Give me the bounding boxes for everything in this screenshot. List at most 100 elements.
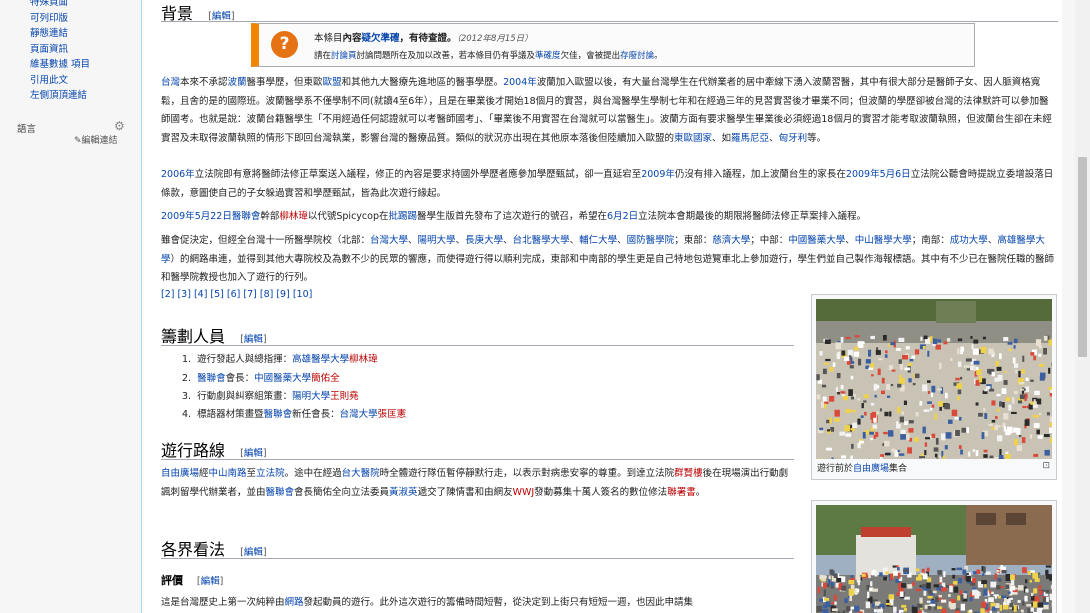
wiki-link[interactable]: 柳林瑋 — [349, 354, 378, 365]
sidebar-tool-link[interactable]: 可列印版 — [30, 10, 68, 24]
wiki-link[interactable]: 台灣大學 — [340, 409, 378, 420]
photo-texture — [872, 599, 878, 602]
accuracy-link[interactable]: 準確度 — [535, 51, 561, 61]
wiki-link[interactable]: 高雄醫學大學 — [292, 354, 349, 365]
crowd-photo[interactable] — [816, 299, 1052, 459]
wiki-link[interactable]: 網路 — [285, 597, 304, 608]
wiki-link[interactable]: 自由廣場 — [161, 468, 199, 479]
text-run: 1. — [182, 354, 192, 365]
wiki-link[interactable]: 陽明大學 — [292, 391, 330, 402]
text-run: 時全體遊行隊伍暫停靜默行走，以表示對病患安寧的尊重。到達立法院 — [379, 468, 675, 479]
wiki-link[interactable]: 中山醫學大學 — [855, 235, 912, 246]
photo-texture — [839, 431, 846, 436]
list-item: 3. 行動劇與糾察組策畫：陽明大學王則堯 — [182, 388, 359, 402]
edit-link[interactable]: 編輯 — [244, 547, 263, 558]
photo-texture — [896, 348, 901, 351]
photo-texture — [873, 434, 877, 439]
wiki-link[interactable]: 國防醫學院 — [627, 235, 675, 246]
photo-texture — [854, 335, 860, 338]
talk-page-link[interactable]: 討論頁 — [331, 51, 357, 61]
wiki-link[interactable]: 柳林瑋 — [279, 211, 308, 222]
photo-texture — [914, 349, 920, 355]
wiki-link[interactable]: 醫聯會 — [232, 211, 261, 222]
wiki-link[interactable]: 波蘭 — [228, 77, 247, 88]
photo-texture — [850, 361, 855, 364]
photo-texture — [845, 409, 851, 413]
photo-texture — [973, 365, 977, 372]
edit-links-link[interactable]: ✎編輯連結 — [74, 133, 118, 146]
liberty-square-link[interactable]: 自由廣場 — [853, 464, 889, 474]
photo-texture — [1046, 596, 1049, 602]
wiki-link[interactable]: 2009年 — [641, 169, 675, 180]
wiki-link[interactable]: 張匡憲 — [378, 409, 407, 420]
photo-texture — [988, 423, 993, 426]
deletion-discussion-link[interactable]: 存廢討論 — [620, 51, 654, 61]
wiki-link[interactable]: 5月22日 — [195, 211, 232, 222]
wiki-link[interactable]: 中國醫藥大學 — [788, 235, 845, 246]
wiki-link[interactable]: 東歐國家 — [674, 133, 712, 144]
photo-texture — [969, 609, 973, 613]
wiki-link[interactable]: 批踢踢 — [389, 211, 418, 222]
sidebar-tool-link[interactable]: 靜態連結 — [30, 25, 68, 39]
wiki-link[interactable]: 中國醫藥大學 — [254, 373, 311, 384]
wiki-link[interactable]: 6月2日 — [607, 211, 638, 222]
photo-texture — [832, 362, 836, 367]
wiki-link[interactable]: 慈濟大學 — [712, 235, 750, 246]
wiki-link[interactable]: 2009年 — [846, 169, 880, 180]
edit-link[interactable]: 編輯 — [244, 448, 263, 459]
wiki-link[interactable]: 歐盟 — [323, 77, 342, 88]
enlarge-icon[interactable]: ⊡ — [1042, 461, 1050, 471]
wiki-link[interactable]: 醫聯會 — [264, 409, 293, 420]
wiki-link[interactable]: 簡佑全 — [311, 373, 340, 384]
sidebar-tool-link[interactable]: 頁面資訊 — [30, 41, 68, 55]
wiki-link[interactable]: 長庚大學 — [465, 235, 503, 246]
wiki-link[interactable]: 台灣大學 — [370, 235, 408, 246]
photo-texture — [970, 336, 973, 339]
wiki-link[interactable]: 2009年 — [161, 211, 195, 222]
wiki-link[interactable]: 2004年 — [503, 77, 537, 88]
photo-texture — [852, 422, 858, 428]
divider — [161, 345, 794, 346]
parade-photo[interactable] — [816, 505, 1052, 613]
wiki-link[interactable]: 成功大學 — [950, 235, 988, 246]
wiki-link[interactable]: 2006年 — [161, 169, 195, 180]
edit-link[interactable]: 編輯 — [201, 576, 220, 587]
gear-icon[interactable]: ⚙ — [114, 120, 125, 132]
photo-texture — [1022, 600, 1025, 606]
sidebar-tool-link[interactable]: 維基數據 項目 — [30, 56, 90, 70]
photo-texture — [934, 453, 938, 458]
wiki-link[interactable]: WWJ — [513, 487, 535, 498]
sidebar-tool-link[interactable]: 左側頂頂連結 — [30, 87, 87, 101]
wiki-link[interactable]: 台北醫學大學 — [513, 235, 570, 246]
photo-texture — [959, 416, 962, 421]
wiki-link[interactable]: 醫聯會 — [266, 487, 295, 498]
wiki-link[interactable]: 立法院 — [256, 468, 285, 479]
inaccurate-link[interactable]: 疑欠準確 — [362, 33, 400, 44]
photo-texture — [871, 411, 876, 418]
wiki-link[interactable]: 中山南路 — [209, 468, 247, 479]
scrollbar-thumb[interactable] — [1078, 157, 1087, 357]
wiki-link[interactable]: 台灣 — [161, 77, 180, 88]
photo-texture — [1048, 339, 1052, 346]
wiki-link[interactable]: 醫聯會 — [197, 373, 226, 384]
page-scrollbar[interactable] — [1075, 0, 1090, 613]
photo-texture — [900, 434, 906, 440]
wiki-link[interactable]: 台大醫院 — [342, 468, 380, 479]
wiki-link[interactable]: 匈牙利 — [779, 133, 808, 144]
wiki-link[interactable]: 陽明大學 — [418, 235, 456, 246]
photo-texture — [1024, 595, 1028, 602]
wiki-link[interactable]: 黃淑英 — [389, 487, 418, 498]
wiki-link[interactable]: 聯署書 — [667, 487, 696, 498]
edit-link[interactable]: 編輯 — [244, 334, 263, 345]
wiki-link[interactable]: 羅馬尼亞 — [731, 133, 769, 144]
thumbnail-parade — [811, 500, 1057, 613]
wiki-link[interactable]: 群賢樓 — [674, 468, 703, 479]
text-run: 遊行發起人與總指揮： — [197, 354, 293, 365]
wiki-link[interactable]: 輔仁大學 — [579, 235, 617, 246]
sidebar-tool-link[interactable]: 特殊頁面 — [30, 0, 68, 8]
photo-texture — [1007, 591, 1011, 594]
sidebar-tool-link[interactable]: 引用此文 — [30, 72, 68, 86]
wiki-link[interactable]: 王則堯 — [330, 391, 359, 402]
wiki-link[interactable]: 5月6日 — [880, 169, 911, 180]
photo-texture — [879, 572, 883, 577]
